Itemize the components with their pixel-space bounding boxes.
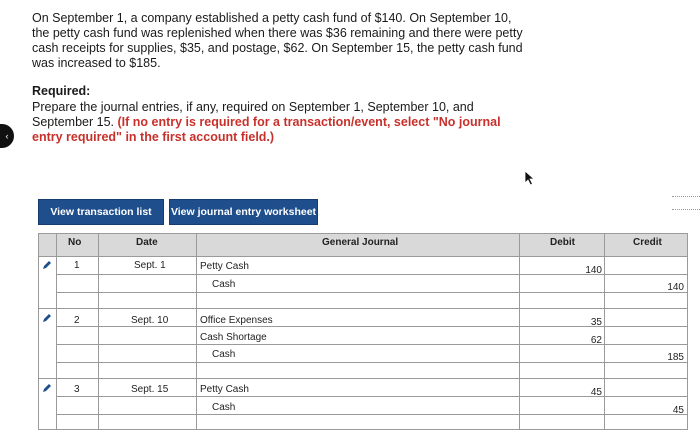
journal-table: No Date General Journal Debit Credit 1 S… (38, 233, 688, 430)
credit-field[interactable]: 185 (628, 352, 684, 363)
entry-number: 3 (74, 384, 80, 395)
entry-date: Sept. 10 (131, 315, 169, 326)
account-field[interactable]: Petty Cash (200, 261, 249, 272)
edit-pencil-icon[interactable] (42, 383, 52, 393)
edit-pencil-icon[interactable] (42, 260, 52, 270)
account-field[interactable]: Petty Cash (200, 384, 249, 395)
account-field[interactable]: Cash Shortage (200, 332, 267, 343)
required-instructions: Prepare the journal entries, if any, req… (32, 100, 532, 145)
debit-field[interactable]: 62 (548, 335, 602, 346)
problem-statement: On September 1, a company established a … (32, 11, 523, 70)
header-debit: Debit (550, 237, 575, 248)
header-credit: Credit (633, 237, 662, 248)
entry-number: 2 (74, 315, 80, 326)
required-heading: Required: (32, 84, 91, 98)
header-date: Date (136, 237, 158, 248)
header-general-journal: General Journal (322, 237, 399, 248)
debit-field[interactable]: 140 (548, 265, 602, 276)
header-no: No (68, 237, 82, 248)
credit-field[interactable]: 45 (628, 405, 684, 416)
entry-number: 1 (74, 260, 80, 271)
account-field[interactable]: Cash (212, 349, 235, 360)
account-field[interactable]: Office Expenses (200, 315, 273, 326)
view-journal-entry-worksheet-button[interactable]: View journal entry worksheet (169, 199, 318, 225)
edit-pencil-icon[interactable] (42, 313, 52, 323)
debit-field[interactable]: 45 (548, 387, 602, 398)
side-tab-arrow[interactable]: ‹ (0, 124, 14, 148)
entry-date: Sept. 1 (134, 260, 166, 271)
account-field[interactable]: Cash (212, 402, 235, 413)
debit-field[interactable]: 35 (548, 317, 602, 328)
view-transaction-list-button[interactable]: View transaction list (38, 199, 164, 225)
entry-date: Sept. 15 (131, 384, 169, 395)
mouse-cursor-icon (524, 170, 536, 186)
credit-field[interactable]: 140 (628, 282, 684, 293)
dotted-edge-marker (672, 196, 700, 210)
account-field[interactable]: Cash (212, 279, 235, 290)
